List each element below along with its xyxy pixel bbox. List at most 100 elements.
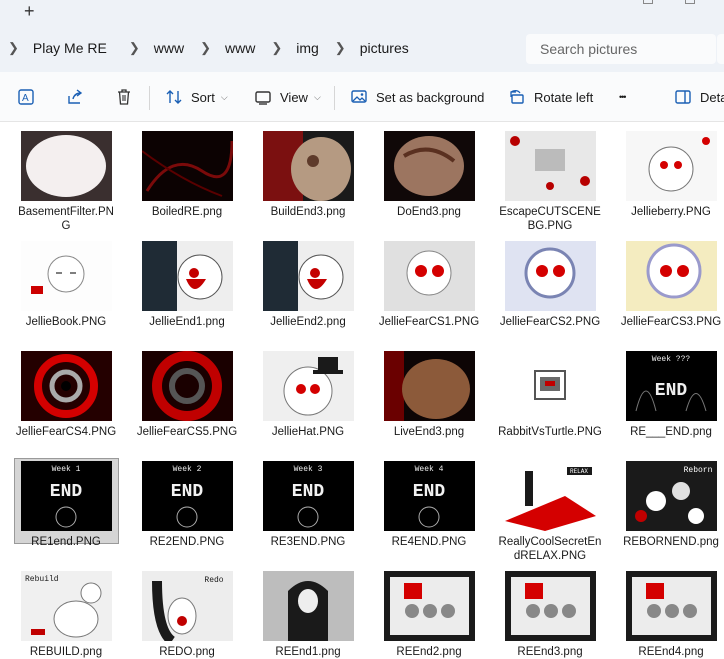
file-thumbnail[interactable]: Redo [142,571,233,641]
file-thumbnail[interactable] [626,241,717,311]
expand-icon: A [18,89,34,105]
new-tab-button[interactable]: + [24,0,35,22]
file-name: JellieFearCS5.PNG [136,426,238,438]
details-label: Details [700,89,724,105]
file-thumbnail[interactable]: END Week 3 [263,461,354,531]
file-thumbnail[interactable] [505,131,596,201]
file-thumbnail[interactable]: Rebuild [21,571,112,641]
file-thumbnail[interactable] [21,131,112,201]
breadcrumb-item-play-me-re[interactable]: Play Me RE [33,40,107,56]
details-button[interactable]: Details [674,86,724,108]
file-name: REEnd1.png [275,646,341,658]
delete-button[interactable] [115,86,141,108]
file-name: RabbitVsTurtle.PNG [498,426,602,438]
file-name: JellieFearCS4.PNG [15,426,117,438]
thumbnail-caption: Redo [204,576,223,585]
command-bar: A Sort ⌵ View ⌵ Set as background Rotate… [0,72,724,122]
file-name: JellieFearCS3.PNG [620,316,722,328]
file-thumbnail[interactable]: END Week 2 [142,461,233,531]
more-options-button[interactable]: ••• [619,86,627,108]
file-thumbnail[interactable]: END Week ??? [626,351,717,421]
set-background-button[interactable]: Set as background [350,86,484,108]
file-thumbnail[interactable] [384,241,475,311]
address-bar: ❯ Play Me RE ❯ www ❯ www ❯ img ❯ picture… [0,26,724,72]
chevron-right-icon[interactable]: ❯ [8,40,19,56]
file-thumbnail[interactable] [384,351,475,421]
file-name: BoiledRE.png [151,206,223,218]
file-thumbnail[interactable] [263,571,354,641]
thumbnail-caption: Week 4 [415,465,444,474]
file-thumbnail[interactable] [263,351,354,421]
view-button[interactable]: View ⌵ [254,86,321,108]
chevron-right-icon[interactable]: ❯ [129,40,140,56]
file-thumbnail[interactable] [142,131,233,201]
file-name: REEnd2.png [396,646,462,658]
sort-button[interactable]: Sort ⌵ [165,86,228,108]
details-icon [675,90,691,104]
rotate-left-button[interactable]: Rotate left [508,86,593,108]
svg-text:END: END [655,381,688,401]
search-input[interactable]: Search pictures [526,34,716,64]
file-thumbnail[interactable] [384,131,475,201]
file-thumbnail[interactable] [626,571,717,641]
thumbnail-caption: Week 2 [173,465,202,474]
chevron-down-icon: ⌵ [313,91,321,102]
file-thumbnail[interactable]: END Week 1 [21,461,112,531]
file-name: JellieBook.PNG [25,316,107,328]
maximize-button[interactable] [685,0,695,4]
file-thumbnail[interactable] [263,241,354,311]
file-name: JellieFearCS2.PNG [499,316,601,328]
svg-text:END: END [50,482,83,502]
share-button[interactable] [66,86,92,108]
minimize-button[interactable] [643,0,653,4]
file-name: REEnd4.png [638,646,704,658]
file-name: ReallyCoolSecretEndRELAX.PNG [498,536,602,562]
sort-label: Sort [191,89,215,105]
chevron-right-icon[interactable]: ❯ [200,40,211,56]
thumbnail-caption: Week ??? [652,355,691,364]
file-thumbnail[interactable] [21,351,112,421]
breadcrumb-item-www-2[interactable]: www [225,40,255,56]
chevron-right-icon[interactable]: ❯ [335,40,346,56]
divider [149,86,150,110]
file-name: JellieHat.PNG [271,426,345,438]
thumbnail-caption: Week 3 [294,465,323,474]
file-thumbnail[interactable] [263,131,354,201]
thumbnail-caption: Reborn [684,466,713,475]
file-thumbnail[interactable] [505,351,596,421]
expand-button[interactable]: A [17,86,43,108]
search-placeholder: Search pictures [540,41,638,57]
file-name: REBORNEND.png [623,536,719,548]
file-thumbnail[interactable] [384,571,475,641]
file-name: JellieEnd2.png [270,316,346,328]
file-name: REEnd3.png [517,646,583,658]
chevron-right-icon[interactable]: ❯ [271,40,282,56]
share-icon [68,89,83,104]
file-name: REBUILD.png [29,646,103,658]
svg-text:END: END [292,482,325,502]
svg-text:END: END [413,482,446,502]
rotate-left-icon [510,89,524,104]
file-name: LiveEnd3.png [393,426,465,438]
file-thumbnail[interactable]: END Week 4 [384,461,475,531]
file-thumbnail[interactable] [142,241,233,311]
sort-icon [166,90,182,104]
file-thumbnail[interactable]: RELAX [505,461,596,531]
breadcrumb-item-www[interactable]: www [154,40,184,56]
file-thumbnail[interactable] [505,571,596,641]
file-thumbnail[interactable] [21,241,112,311]
view-label: View [280,89,308,105]
file-name: RE3END.PNG [270,536,346,548]
file-name: RE4END.PNG [391,536,467,548]
thumbnail-caption: RELAX [570,468,588,475]
file-thumbnail[interactable] [505,241,596,311]
file-thumbnail[interactable] [626,131,717,201]
file-name: JellieEnd1.png [149,316,225,328]
thumbnail-caption: Rebuild [25,575,59,584]
file-thumbnail[interactable]: Reborn [626,461,717,531]
set-background-label: Set as background [376,89,485,105]
file-thumbnail[interactable] [142,351,233,421]
divider [334,86,335,110]
breadcrumb-item-pictures[interactable]: pictures [360,40,409,56]
breadcrumb-item-img[interactable]: img [296,40,319,56]
